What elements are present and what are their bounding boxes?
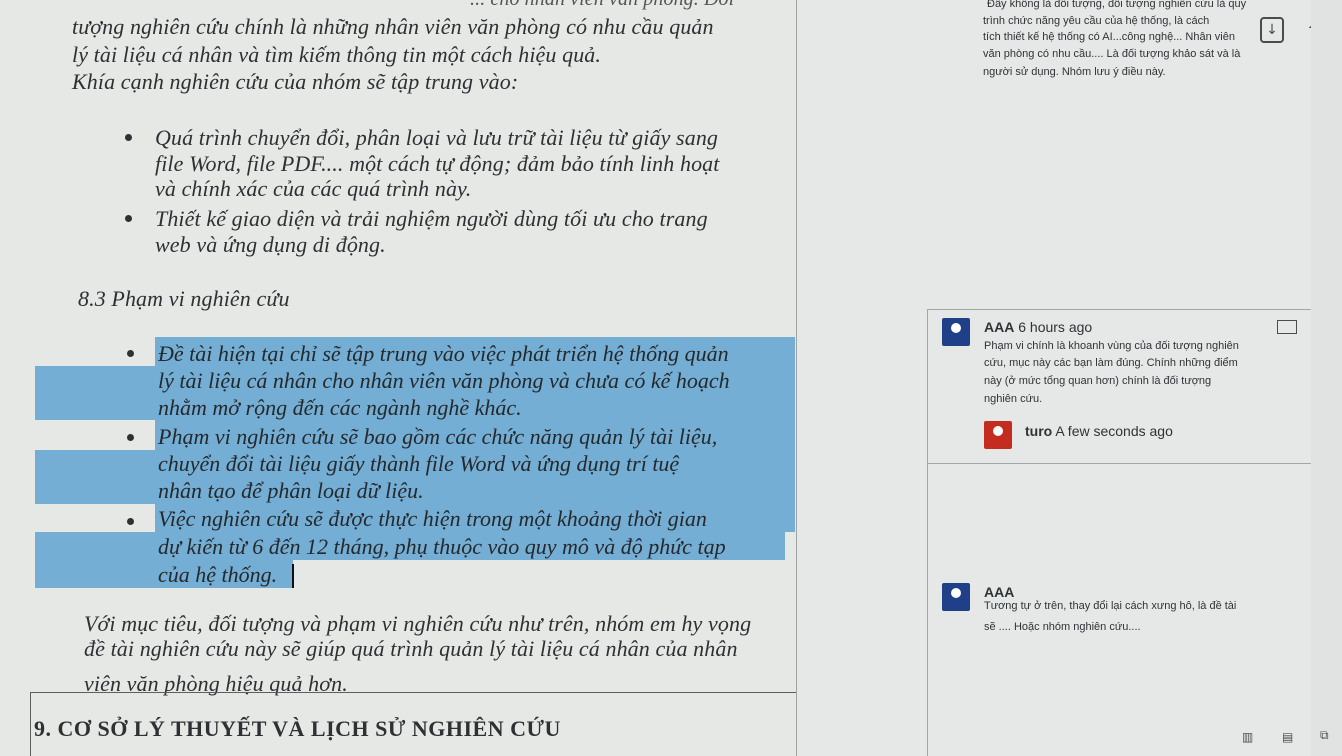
- comment-divider: [927, 462, 928, 756]
- conclusion-line: viên văn phòng hiệu quả hơn.: [84, 671, 348, 696]
- document-page[interactable]: ... cho nhân viên văn phòng. Đối tượng n…: [0, 0, 797, 756]
- comment-line: người sử dụng. Nhóm lưu ý điều này.: [983, 66, 1166, 78]
- print-layout-icon[interactable]: ▤: [1282, 730, 1293, 744]
- bullet: [125, 134, 132, 141]
- table-border: [30, 692, 796, 693]
- comment-line: sẽ .... Hoặc nhóm nghiên cứu....: [984, 621, 1141, 633]
- scope-bullet-line: của hệ thống.: [158, 562, 278, 587]
- read-mode-icon[interactable]: ▥: [1242, 730, 1253, 744]
- download-icon[interactable]: ↓: [1260, 17, 1284, 43]
- scope-bullet-line: dự kiến từ 6 đến 12 tháng, phụ thuộc vào…: [158, 534, 726, 559]
- focus-bullet-line: và chính xác của các quá trình này.: [155, 176, 472, 201]
- bullet: [127, 350, 134, 357]
- comment-line: Đây không là đối tượng, đối tượng nghiên…: [987, 0, 1247, 10]
- scope-bullet-line: Việc nghiên cứu sẽ được thực hiện trong …: [158, 506, 707, 531]
- comment-line: này (ở mức tổng quan hơn) chính là đối t…: [984, 375, 1212, 387]
- doc-partial-line: ... cho nhân viên văn phòng. Đối: [470, 0, 734, 11]
- scope-bullet-line: nhân tạo để phân loại dữ liệu.: [158, 478, 424, 503]
- scope-bullet-line: Phạm vi nghiên cứu sẽ bao gồm các chức n…: [158, 424, 718, 449]
- doc-intro-line: lý tài liệu cá nhân và tìm kiếm thông ti…: [72, 42, 602, 67]
- avatar: [942, 583, 970, 611]
- focus-bullet-line: Quá trình chuyển đổi, phân loại và lưu t…: [155, 125, 719, 150]
- avatar: [942, 318, 970, 346]
- comment-line: Tương tự ở trên, thay đổi lại cách xưng …: [984, 600, 1237, 612]
- comment-author: AAA: [984, 584, 1015, 600]
- conclusion-line: Với mục tiêu, đối tượng và phạm vi nghiê…: [84, 611, 752, 636]
- scrollbar[interactable]: ⧉: [1311, 0, 1342, 756]
- avatar: [984, 421, 1012, 449]
- next-section-heading: 9. CƠ SỞ LÝ THUYẾT VÀ LỊCH SỬ NGHIÊN CỨU: [34, 716, 561, 741]
- comment-line: trình chức năng yêu cầu của hệ thống, là…: [983, 15, 1210, 27]
- comment-line: văn phòng có nhu cầu.... Là đối tượng kh…: [983, 48, 1241, 60]
- web-layout-icon[interactable]: ⧉: [1320, 728, 1329, 743]
- focus-bullet-line: Thiết kế giao diện và trải nghiệm người …: [155, 206, 708, 231]
- scope-bullet-line: nhằm mở rộng đến các ngành nghề khác.: [158, 395, 522, 420]
- bullet: [127, 518, 134, 525]
- text-cursor: [292, 564, 294, 588]
- resolve-icon[interactable]: [1277, 320, 1297, 334]
- comment-line: cứu, mục này các bạn làm đúng. Chính nhữ…: [984, 357, 1238, 369]
- focus-bullet-line: web và ứng dụng di động.: [155, 232, 386, 257]
- comment-author: AAA 6 hours ago: [984, 319, 1093, 335]
- table-border: [30, 692, 31, 756]
- comment-line: nghiên cứu.: [984, 393, 1043, 405]
- reply-author: turo A few seconds ago: [1025, 423, 1173, 439]
- scope-bullet-line: Đề tài hiện tại chỉ sẽ tập trung vào việ…: [158, 341, 729, 366]
- doc-intro-line: Khía cạnh nghiên cứu của nhóm sẽ tập tru…: [72, 69, 519, 94]
- scope-bullet-line: chuyển đổi tài liệu giấy thành file Word…: [158, 451, 680, 476]
- comments-pane: Đây không là đối tượng, đối tượng nghiên…: [797, 0, 1323, 756]
- comment-line: tích thiết kế hệ thống có AI...công nghệ…: [983, 31, 1235, 43]
- section-title: 8.3 Phạm vi nghiên cứu: [78, 286, 290, 311]
- scope-bullet-line: lý tài liệu cá nhân cho nhân viên văn ph…: [158, 368, 730, 393]
- bullet: [127, 434, 134, 441]
- comment-line: Phạm vi chính là khoanh vùng của đối tượ…: [984, 340, 1239, 352]
- conclusion-line: đề tài nghiên cứu này sẽ giúp quá trình …: [84, 636, 738, 661]
- focus-bullet-line: file Word, file PDF.... một cách tự động…: [155, 151, 720, 176]
- bullet: [125, 215, 132, 222]
- doc-intro-line: tượng nghiên cứu chính là những nhân viê…: [72, 14, 714, 39]
